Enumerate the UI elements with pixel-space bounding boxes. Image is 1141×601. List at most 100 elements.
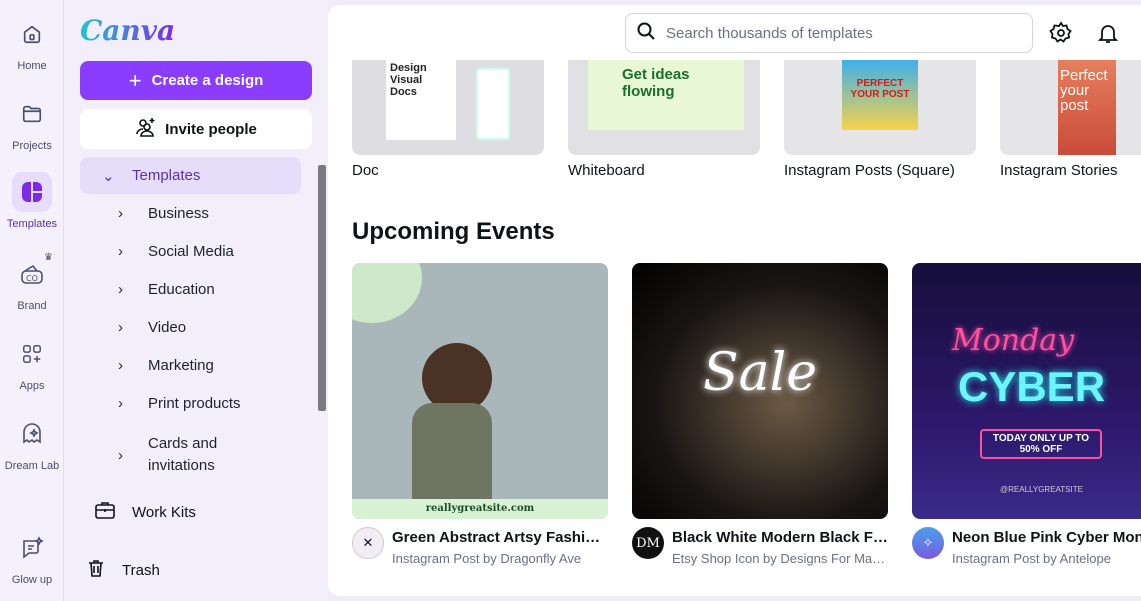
rail-label: Apps: [19, 380, 45, 392]
event-thumbnail-text: Monday: [952, 323, 1075, 358]
rail-templates[interactable]: Templates: [0, 172, 64, 230]
rail-dream-lab[interactable]: Dream Lab: [0, 414, 64, 472]
template-type-instagram-square[interactable]: PERFECT YOUR POST: [784, 60, 976, 155]
nav-business[interactable]: › Business: [118, 205, 209, 222]
nav-work-kits[interactable]: Work Kits: [94, 500, 196, 524]
instagram-stories-thumbnail: Perfect your post: [1058, 60, 1116, 155]
chevron-right-icon: ›: [118, 395, 123, 412]
canva-logo[interactable]: Canva: [80, 14, 175, 47]
rail-label: Glow up: [11, 574, 53, 586]
nav-social-media[interactable]: › Social Media: [118, 243, 234, 260]
event-title[interactable]: Neon Blue Pink Cyber Mond: [952, 529, 1141, 546]
add-users-icon: [135, 117, 157, 141]
avatar: DM: [632, 527, 664, 559]
event-card[interactable]: Sale: [632, 263, 888, 519]
create-label: Create a design: [151, 72, 264, 89]
briefcase-icon: [94, 500, 116, 524]
main-content: Design Visual Docs Doc Get ideas flowing…: [328, 5, 1141, 596]
nav-label: Print products: [148, 395, 241, 412]
event-thumbnail-text: CYBER: [958, 363, 1106, 410]
home-icon: [12, 14, 52, 54]
invite-people-button[interactable]: Invite people: [80, 109, 312, 149]
panel-scrollbar[interactable]: [318, 165, 326, 411]
event-thumbnail-text: Sale: [702, 343, 818, 403]
invite-label: Invite people: [165, 120, 257, 138]
rail-label: Dream Lab: [4, 460, 60, 472]
gear-icon[interactable]: [1049, 21, 1073, 45]
chevron-right-icon: ›: [118, 243, 123, 260]
nav-label: Social Media: [148, 243, 234, 260]
plus-icon: +: [128, 67, 142, 93]
svg-text:CO: CO: [26, 274, 38, 283]
nav-label: Work Kits: [132, 503, 196, 521]
event-thumbnail-text: TODAY ONLY UP TO 50% OFF: [980, 429, 1102, 459]
chevron-right-icon: ›: [118, 281, 123, 298]
nav-label: Cards and invitations: [148, 435, 218, 474]
event-subtitle: Instagram Post by Antelope: [952, 551, 1111, 566]
template-type-whiteboard[interactable]: Get ideas flowing: [568, 60, 760, 155]
nav-label: Business: [148, 205, 209, 222]
nav-video[interactable]: › Video: [118, 319, 186, 336]
rail-projects[interactable]: Projects: [0, 94, 64, 152]
doc-thumbnail: Design Visual Docs: [386, 60, 456, 140]
rail-apps[interactable]: Apps: [0, 334, 64, 392]
rail-label: Home: [17, 60, 47, 72]
search-input[interactable]: Search thousands of templates: [625, 13, 1033, 53]
top-bar: Search thousands of templates: [328, 5, 1141, 60]
event-thumbnail-text: @REALLYGREATSITE: [1000, 485, 1083, 494]
event-card[interactable]: Monday CYBER TODAY ONLY UP TO 50% OFF @R…: [912, 263, 1141, 519]
nav-label: Marketing: [148, 357, 214, 374]
search-placeholder: Search thousands of templates: [666, 24, 873, 42]
crown-icon: ♛: [44, 252, 53, 263]
templates-icon: [12, 172, 52, 212]
chevron-down-icon: ⌄: [102, 167, 115, 185]
nav-trash[interactable]: Trash: [86, 558, 160, 582]
apps-icon: [12, 334, 52, 374]
template-type-doc[interactable]: Design Visual Docs: [352, 60, 544, 155]
chevron-right-icon: ›: [118, 319, 123, 336]
event-subtitle: Etsy Shop Icon by Designs For Make...: [672, 551, 888, 566]
template-type-label: Instagram Posts (Square): [784, 162, 955, 179]
whiteboard-thumbnail: Get ideas flowing: [588, 60, 744, 130]
section-title: Upcoming Events: [352, 218, 555, 245]
rail-brand[interactable]: CO Brand ♛: [0, 252, 64, 312]
template-type-instagram-stories[interactable]: Perfect your post: [1000, 60, 1141, 155]
bell-icon[interactable]: [1096, 21, 1120, 45]
avatar: ✧: [912, 527, 944, 559]
nav-label: Education: [148, 281, 215, 298]
event-thumbnail-text: reallygreatsite.com: [352, 499, 608, 519]
rail-glow-up[interactable]: Glow up: [0, 528, 64, 586]
avatar: ✕: [352, 527, 384, 559]
rail-label: Templates: [6, 218, 58, 230]
glow-up-icon: [12, 528, 52, 568]
search-icon: [636, 21, 656, 45]
nav-cards-invitations[interactable]: › Cards and invitations: [118, 433, 238, 477]
rail-label: Projects: [12, 140, 52, 152]
left-rail: Home Projects Templates CO Brand ♛ Apps …: [0, 0, 64, 601]
event-card[interactable]: reallygreatsite.com: [352, 263, 608, 519]
nav-marketing[interactable]: › Marketing: [118, 357, 214, 374]
template-type-label: Instagram Stories: [1000, 162, 1118, 179]
create-design-button[interactable]: + Create a design: [80, 61, 312, 100]
folder-icon: [12, 94, 52, 134]
chevron-right-icon: ›: [118, 446, 123, 464]
event-subtitle: Instagram Post by Dragonfly Ave: [392, 551, 582, 566]
chevron-right-icon: ›: [118, 357, 123, 374]
instagram-square-thumbnail: PERFECT YOUR POST: [842, 60, 918, 130]
rail-label: Brand: [17, 300, 47, 312]
event-title[interactable]: Green Abstract Artsy Fashion ...: [392, 529, 608, 546]
trash-icon: [86, 558, 106, 582]
nav-templates[interactable]: ⌄ Templates: [80, 157, 301, 194]
nav-label: Video: [148, 319, 187, 336]
rail-home[interactable]: Home: [0, 14, 64, 72]
template-type-label: Doc: [352, 162, 379, 179]
dream-lab-icon: [12, 414, 52, 454]
template-type-label: Whiteboard: [568, 162, 645, 179]
side-panel: Canva + Create a design Invite people ⌄ Te…: [64, 0, 328, 601]
templates-label: Templates: [132, 167, 201, 184]
event-title[interactable]: Black White Modern Black Fri...: [672, 529, 888, 546]
chevron-right-icon: ›: [118, 205, 123, 222]
nav-label: Trash: [122, 561, 160, 579]
nav-print-products[interactable]: › Print products: [118, 395, 241, 412]
nav-education[interactable]: › Education: [118, 281, 215, 298]
